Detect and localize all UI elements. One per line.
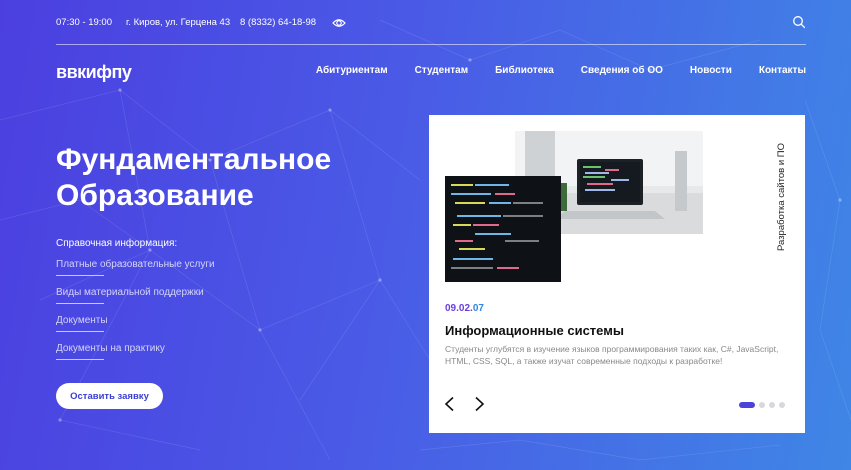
address: г. Киров, ул. Герцена 43 — [126, 17, 231, 28]
slider-pagination — [739, 402, 785, 408]
reference-info-heading: Справочная информация: — [56, 238, 178, 249]
top-info-bar: 07:30 - 19:00 г. Киров, ул. Герцена 43 8… — [56, 16, 806, 30]
working-hours: 07:30 - 19:00 — [56, 17, 112, 28]
slide-dot-2[interactable] — [759, 402, 765, 408]
search-icon[interactable] — [792, 15, 806, 29]
chevron-left-icon[interactable] — [443, 396, 457, 412]
code-photo — [445, 176, 561, 282]
main-nav: Абитуриентам Студентам Библиотека Сведен… — [316, 65, 806, 76]
program-code-part2: 07 — [472, 303, 484, 314]
program-card: Разработка сайтов и ПО 09.02.07 Информац… — [429, 115, 805, 433]
nav-item-applicants[interactable]: Абитуриентам — [316, 65, 388, 76]
slide-dot-1[interactable] — [739, 402, 755, 408]
program-category-text: Разработка сайтов и ПО — [776, 143, 787, 251]
header-divider — [56, 44, 806, 45]
nav-item-students[interactable]: Студентам — [415, 65, 469, 76]
program-description: Студенты углубятся в изучение языков про… — [445, 344, 779, 366]
eye-icon[interactable] — [332, 16, 346, 30]
link-documents[interactable]: Документы — [56, 315, 276, 343]
hero-title-line2: Образование — [56, 179, 254, 212]
phone-number[interactable]: 8 (8332) 64-18-98 — [240, 17, 316, 28]
slide-dot-3[interactable] — [769, 402, 775, 408]
submit-application-button[interactable]: Оставить заявку — [56, 383, 163, 409]
link-financial-support[interactable]: Виды материальной поддержки — [56, 287, 276, 315]
hero-title: Фундаментальное Образование — [56, 142, 406, 214]
slide-dot-4[interactable] — [779, 402, 785, 408]
hero-title-line1: Фундаментальное — [56, 143, 332, 176]
chevron-right-icon[interactable] — [472, 396, 486, 412]
program-title: Информационные системы — [445, 323, 624, 338]
link-paid-services[interactable]: Платные образовательные услуги — [56, 259, 276, 287]
site-logo[interactable]: ввкифпу — [56, 62, 132, 83]
program-code: 09.02.07 — [445, 303, 484, 314]
link-practice-documents[interactable]: Документы на практику — [56, 343, 276, 371]
nav-item-organization-info[interactable]: Сведения об ОО — [581, 65, 663, 76]
nav-item-contacts[interactable]: Контакты — [759, 65, 806, 76]
nav-item-news[interactable]: Новости — [690, 65, 732, 76]
reference-links: Платные образовательные услуги Виды мате… — [56, 259, 276, 371]
nav-item-library[interactable]: Библиотека — [495, 65, 554, 76]
program-code-part1: 09.02. — [445, 303, 473, 314]
